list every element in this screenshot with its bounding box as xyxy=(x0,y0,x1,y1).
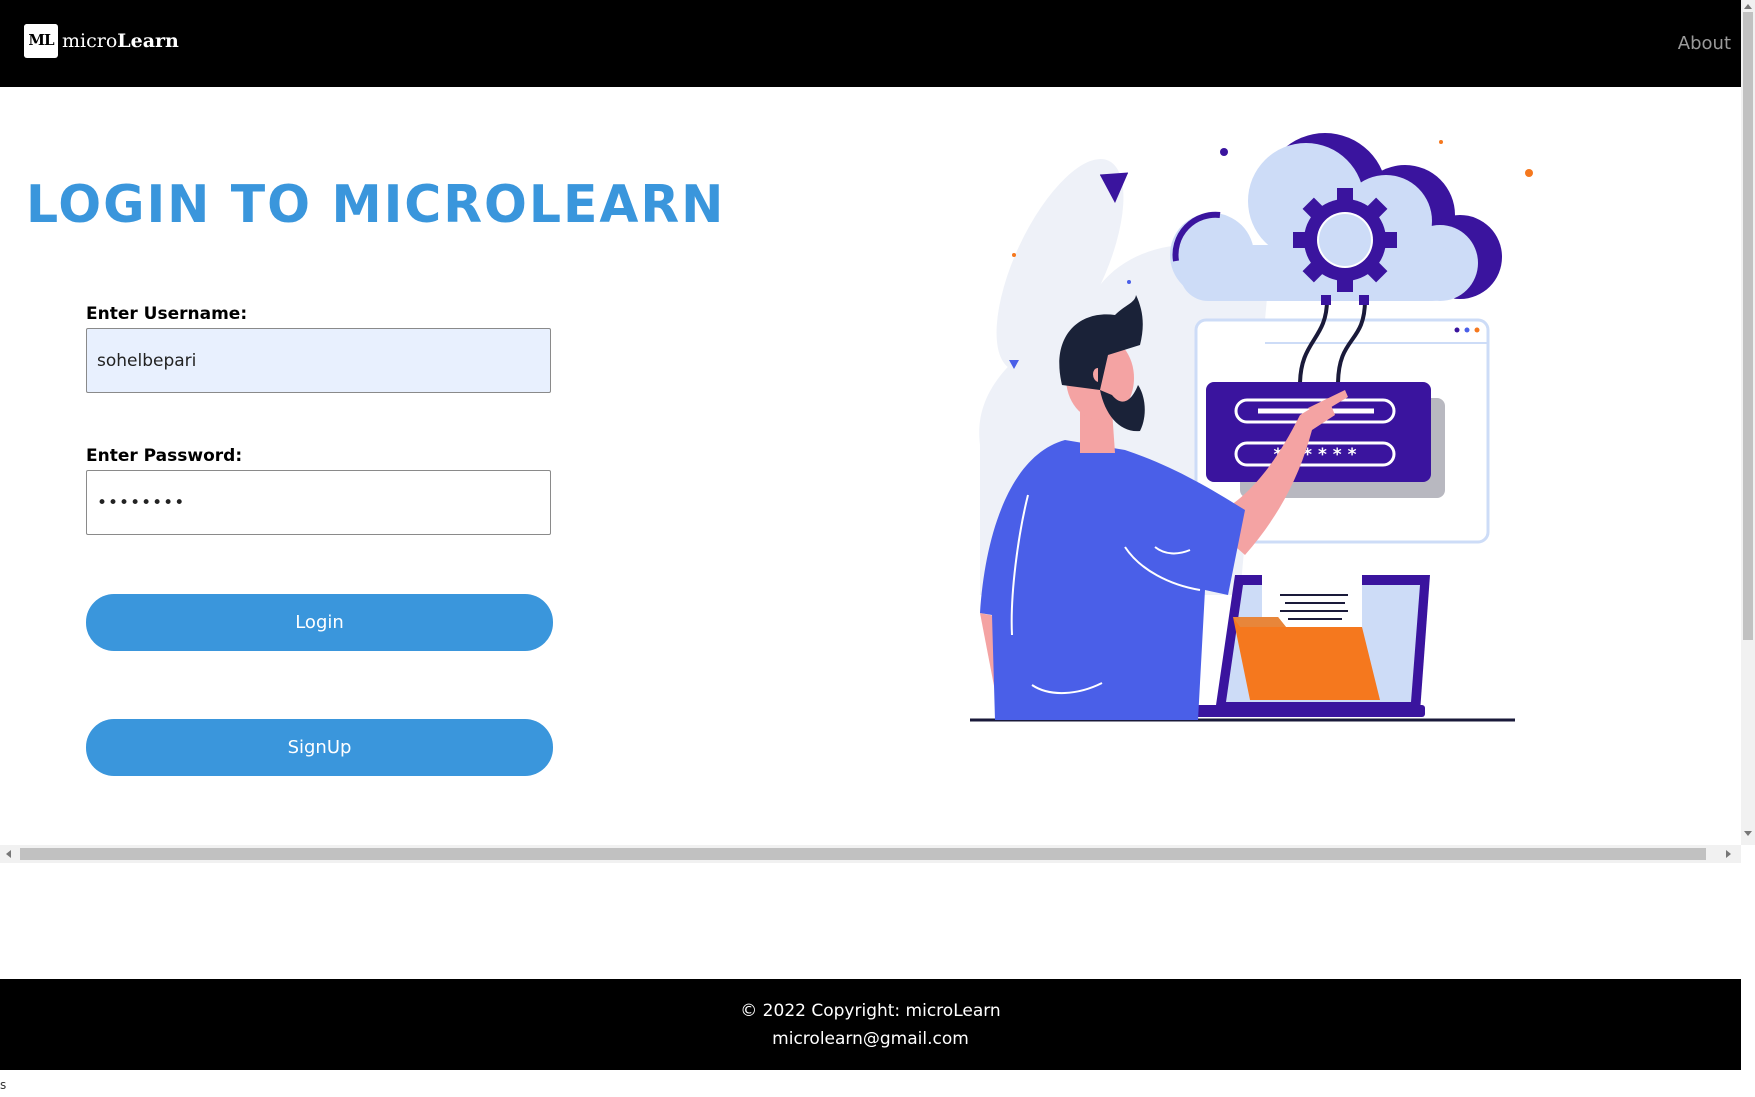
window-dot xyxy=(1474,327,1480,333)
decorative-dot xyxy=(1439,140,1443,144)
scroll-up-arrow-icon[interactable] xyxy=(1744,4,1752,9)
footer: © 2022 Copyright: microLearn microlearn@… xyxy=(0,979,1741,1070)
vertical-scrollbar[interactable] xyxy=(1741,0,1755,845)
window-dot xyxy=(1464,327,1470,333)
horizontal-scrollbar[interactable] xyxy=(0,845,1741,863)
cable-plug xyxy=(1359,295,1369,305)
footer-copyright: © 2022 Copyright: microLearn xyxy=(740,1001,1001,1021)
login-button[interactable]: Login xyxy=(86,594,553,651)
brand-name: microLearn xyxy=(62,30,179,52)
laptop-base xyxy=(1195,705,1425,717)
page: ML microLearn About LOGIN TO MICROLEARN … xyxy=(0,0,1755,1097)
signup-button[interactable]: SignUp xyxy=(86,719,553,776)
top-navbar: ML microLearn About xyxy=(0,0,1741,87)
gear-icon xyxy=(1293,188,1397,292)
brand-name-suffix: Learn xyxy=(117,30,179,52)
username-label: Enter Username: xyxy=(86,304,248,324)
password-label: Enter Password: xyxy=(86,446,243,466)
stray-text: s xyxy=(0,1078,7,1092)
horizontal-scrollbar-thumb[interactable] xyxy=(20,848,1706,860)
scroll-right-arrow-icon[interactable] xyxy=(1726,850,1731,858)
scroll-left-arrow-icon[interactable] xyxy=(6,850,11,858)
scroll-down-arrow-icon[interactable] xyxy=(1744,831,1752,836)
login-illustration: * * * * * * xyxy=(970,133,1533,722)
brand-logo-icon: ML xyxy=(24,24,58,58)
vertical-scrollbar-thumb[interactable] xyxy=(1743,12,1753,640)
decorative-dot xyxy=(1012,253,1016,257)
nav-about-link[interactable]: About xyxy=(1678,33,1731,54)
password-input[interactable] xyxy=(86,470,551,535)
footer-email: microlearn@gmail.com xyxy=(772,1029,969,1049)
decorative-dot xyxy=(1127,280,1131,284)
folder-icon xyxy=(1233,617,1380,700)
username-input[interactable] xyxy=(86,328,551,393)
brand-logo-text: ML xyxy=(28,31,54,49)
brand-link[interactable]: ML microLearn xyxy=(24,24,179,58)
decorative-dot xyxy=(1220,148,1228,156)
page-title: LOGIN TO MICROLEARN xyxy=(26,175,726,235)
cable-plug xyxy=(1321,295,1331,305)
decorative-dot xyxy=(1525,169,1533,177)
folder-tab xyxy=(1233,617,1286,627)
window-dot xyxy=(1454,327,1460,333)
login-panel xyxy=(1206,382,1431,482)
brand-name-prefix: micro xyxy=(62,30,118,52)
